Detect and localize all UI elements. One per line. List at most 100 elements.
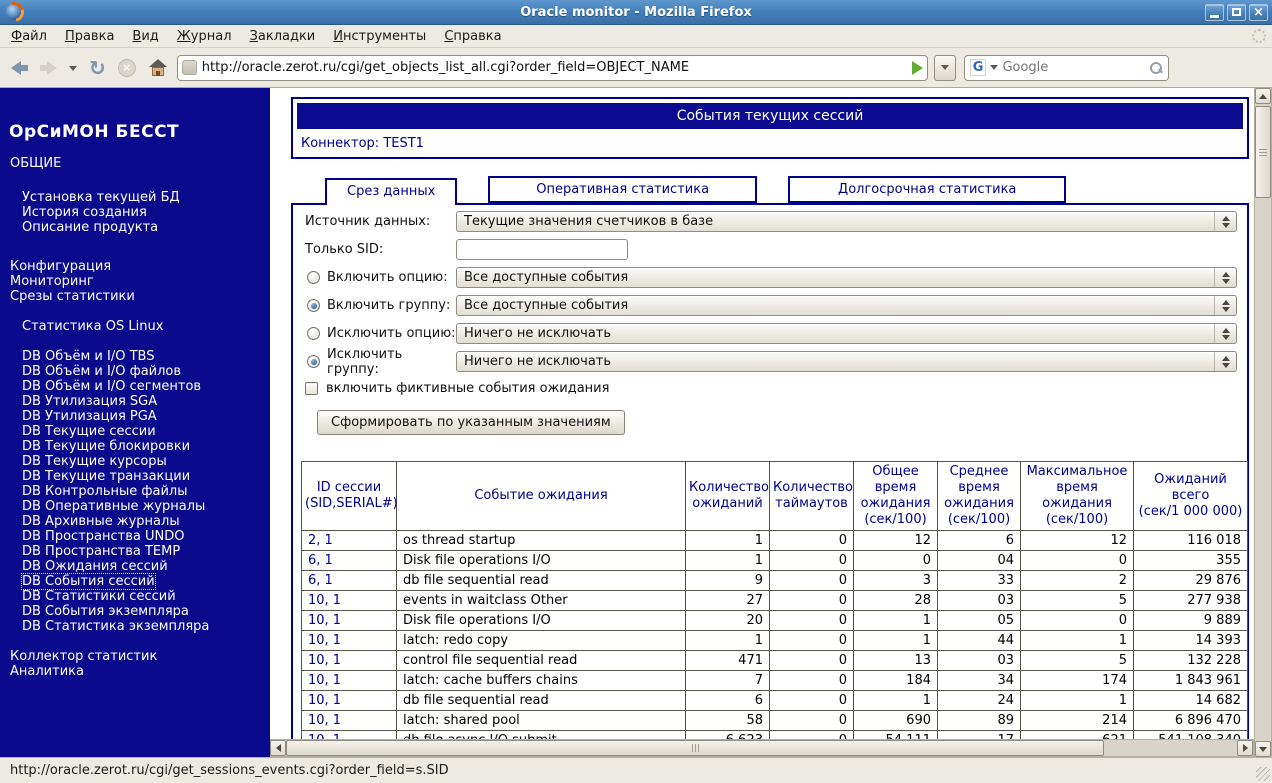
sidebar-item-26[interactable]: DB Статистика экземпляра bbox=[21, 618, 210, 635]
browser-viewport: ОрСиМОН БЕССТ ОБЩИЕ Установка текущей БД И… bbox=[0, 88, 1272, 757]
url-input[interactable] bbox=[201, 60, 907, 75]
source-select[interactable]: Текущие значения счетчиков в базе bbox=[456, 211, 1237, 232]
value-cell: 54 111 bbox=[853, 730, 938, 739]
column-header-5[interactable]: Среднее время ожидания (сек/100) bbox=[937, 461, 1021, 531]
value-cell: 12 bbox=[853, 530, 938, 551]
column-header-3[interactable]: Количество таймаутов bbox=[769, 461, 854, 531]
menu-item-5[interactable]: Инструменты bbox=[324, 25, 435, 47]
value-cell: 14 682 bbox=[1133, 690, 1248, 711]
sid-input[interactable] bbox=[456, 239, 628, 260]
home-button[interactable] bbox=[145, 53, 171, 83]
sidebar-item-28[interactable]: Аналитика bbox=[9, 663, 85, 680]
vertical-scrollbar[interactable] bbox=[1254, 88, 1272, 757]
reload-button[interactable]: ↻ bbox=[86, 53, 109, 83]
sidebar-row: Статистика OS Linux bbox=[9, 319, 264, 334]
url-history-dropdown[interactable] bbox=[933, 54, 956, 81]
form-row-option-0: Включить опцию: Все доступные события bbox=[301, 267, 1239, 288]
wait-event-cell: latch: redo copy bbox=[396, 630, 686, 651]
session-id-link[interactable]: 6, 1 bbox=[301, 570, 397, 591]
value-cell: 0 bbox=[769, 630, 854, 651]
vertical-scroll-thumb[interactable] bbox=[1255, 106, 1271, 198]
browser-window: Oracle monitor - Mozilla Firefox × Файл П… bbox=[0, 0, 1272, 783]
tab-0[interactable]: Срез данных bbox=[325, 178, 458, 205]
scroll-up-button[interactable] bbox=[1255, 88, 1271, 104]
connector-label: Коннектор: TEST1 bbox=[301, 136, 424, 151]
minimize-button[interactable] bbox=[1205, 3, 1224, 21]
value-cell: 1 bbox=[1020, 690, 1134, 711]
column-header-6[interactable]: Максимальное время ожидания (сек/100) bbox=[1020, 461, 1134, 531]
sidebar-item-6[interactable]: Срезы статистики bbox=[9, 288, 136, 305]
value-cell: 1 bbox=[853, 690, 938, 711]
search-input[interactable] bbox=[1002, 60, 1145, 75]
scroll-right-button[interactable] bbox=[1237, 740, 1253, 756]
option-select-0[interactable]: Все доступные события bbox=[456, 267, 1237, 288]
search-icon[interactable] bbox=[1149, 61, 1163, 75]
tab-1[interactable]: Оперативная статистика bbox=[488, 176, 758, 203]
sidebar-row: DB События экземпляра bbox=[9, 604, 264, 619]
radio-option-1[interactable] bbox=[307, 299, 320, 312]
value-cell: 12 bbox=[1020, 530, 1134, 551]
value-cell: 20 bbox=[685, 610, 770, 631]
scroll-down-button[interactable] bbox=[1255, 741, 1271, 757]
sidebar-row: DB Ожидания сессий bbox=[9, 559, 264, 574]
horizontal-scroll-thumb[interactable] bbox=[286, 740, 1104, 756]
radio-option-3[interactable] bbox=[307, 355, 320, 368]
search-engine-dropdown[interactable] bbox=[990, 65, 999, 74]
session-id-link[interactable]: 10, 1 bbox=[301, 590, 397, 611]
arrow-down-icon bbox=[1259, 746, 1267, 752]
value-cell: 03 bbox=[937, 590, 1021, 611]
app-brand: ОрСиМОН БЕССТ bbox=[9, 122, 180, 142]
search-engine-icon[interactable]: G bbox=[969, 59, 987, 76]
sidebar-row: DB Утилизация SGA bbox=[9, 394, 264, 409]
sidebar-row: Коллектор статистик bbox=[9, 649, 264, 664]
column-header-1[interactable]: Событие ожидания bbox=[396, 461, 686, 531]
scroll-left-button[interactable] bbox=[270, 740, 286, 756]
session-id-link[interactable]: 10, 1 bbox=[301, 710, 397, 731]
session-id-link[interactable]: 2, 1 bbox=[301, 530, 397, 551]
menu-item-1[interactable]: Правка bbox=[56, 25, 123, 47]
sidebar-row: Мониторинг bbox=[9, 274, 264, 289]
back-history-dropdown[interactable] bbox=[66, 53, 80, 83]
column-header-4[interactable]: Общее время ожидания (сек/100) bbox=[853, 461, 938, 531]
column-header-7[interactable]: Ожиданий всего (сек/1 000 000) bbox=[1133, 461, 1248, 531]
column-header-2[interactable]: Количество ожиданий bbox=[685, 461, 770, 531]
session-id-link[interactable]: 10, 1 bbox=[301, 670, 397, 691]
back-button[interactable] bbox=[8, 53, 31, 83]
value-cell: 04 bbox=[937, 550, 1021, 571]
session-id-link[interactable]: 10, 1 bbox=[301, 650, 397, 671]
option-select-3[interactable]: Ничего не исключать bbox=[456, 351, 1237, 372]
fake-events-checkbox[interactable] bbox=[305, 381, 318, 395]
form-row-sid: Только SID: bbox=[301, 239, 1239, 260]
option-select-2[interactable]: Ничего не исключать bbox=[456, 323, 1237, 344]
session-id-link[interactable]: 6, 1 bbox=[301, 550, 397, 571]
session-id-link[interactable]: 10, 1 bbox=[301, 610, 397, 631]
tab-2[interactable]: Долгосрочная статистика bbox=[788, 176, 1067, 203]
submit-button[interactable]: Сформировать по указанным значениям bbox=[317, 410, 625, 435]
value-cell: 03 bbox=[937, 650, 1021, 671]
radio-option-0[interactable] bbox=[307, 271, 320, 284]
option-select-1[interactable]: Все доступные события bbox=[456, 295, 1237, 316]
horizontal-scrollbar[interactable] bbox=[270, 739, 1254, 757]
session-id-link[interactable]: 10, 1 bbox=[301, 730, 397, 739]
column-header-0[interactable]: ID сессии (SID,SERIAL#) bbox=[301, 461, 398, 531]
sidebar-item-3[interactable]: Описание продукта bbox=[21, 219, 159, 236]
menu-item-6[interactable]: Справка bbox=[435, 25, 510, 47]
stop-button[interactable]: × bbox=[115, 53, 139, 83]
go-button[interactable] bbox=[911, 60, 923, 75]
radio-option-2[interactable] bbox=[307, 327, 320, 340]
chevron-down-icon bbox=[69, 65, 77, 75]
value-cell: 0 bbox=[1020, 550, 1134, 571]
menu-item-0[interactable]: Файл bbox=[2, 25, 56, 47]
sid-label: Только SID: bbox=[305, 242, 384, 257]
session-id-link[interactable]: 10, 1 bbox=[301, 630, 397, 651]
maximize-button[interactable] bbox=[1227, 3, 1246, 21]
menu-item-3[interactable]: Журнал bbox=[168, 25, 241, 47]
close-button[interactable]: × bbox=[1249, 3, 1268, 21]
forward-button[interactable] bbox=[37, 53, 60, 83]
menu-item-2[interactable]: Вид bbox=[123, 25, 167, 47]
sidebar-item-7[interactable]: Статистика OS Linux bbox=[21, 318, 164, 335]
spinner-arrows-icon bbox=[1214, 268, 1236, 287]
session-id-link[interactable]: 10, 1 bbox=[301, 690, 397, 711]
menu-item-4[interactable]: Закладки bbox=[241, 25, 325, 47]
resize-grip[interactable] bbox=[1256, 767, 1270, 781]
